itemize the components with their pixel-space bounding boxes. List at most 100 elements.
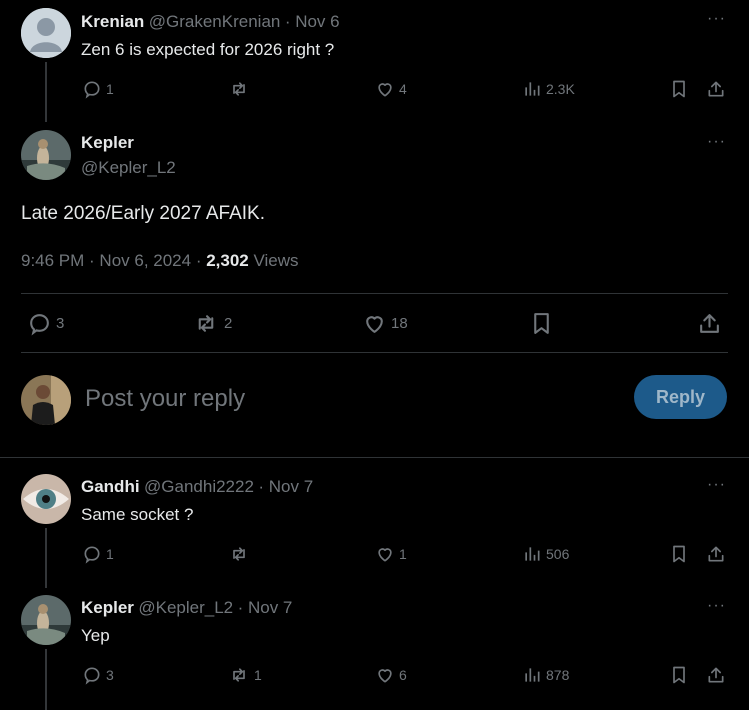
reply-count: 3 (106, 667, 114, 683)
tweet-timestamp[interactable]: 9:46 PM · Nov 6, 2024 · (21, 251, 206, 270)
tweet-date[interactable]: · Nov 6 (285, 12, 340, 31)
reply-icon (84, 81, 100, 99)
reply-icon (84, 667, 100, 685)
share-button[interactable] (697, 311, 722, 336)
avatar[interactable] (21, 375, 71, 425)
heart-icon (378, 669, 392, 683)
bookmark-icon (673, 80, 685, 98)
tweet-text: Same socket ? (81, 505, 194, 524)
avatar[interactable] (21, 474, 71, 524)
reply-submit-button[interactable]: Reply (634, 375, 727, 419)
default-avatar-icon (21, 8, 71, 58)
divider (21, 293, 728, 294)
tweet-header: Krenian @GrakenKrenian · Nov 6 (81, 12, 340, 32)
repost-button[interactable] (228, 544, 254, 564)
reply-button[interactable]: 1 (82, 79, 114, 99)
avatar[interactable] (21, 8, 71, 58)
tweet-header: Kepler @Kepler_L2 · Nov 7 (81, 598, 292, 618)
share-button[interactable] (706, 665, 726, 685)
author-handle[interactable]: @GrakenKrenian (149, 12, 281, 31)
reply-button[interactable]: 3 (27, 311, 64, 336)
share-button[interactable] (706, 79, 726, 99)
like-button[interactable]: 4 (375, 79, 407, 99)
bookmark-icon (673, 545, 685, 563)
author-name[interactable]: Krenian (81, 12, 144, 31)
thread-line (45, 528, 47, 588)
tweet-meta: 9:46 PM · Nov 6, 2024 · 2,302 Views (21, 251, 299, 271)
bookmark-button[interactable] (529, 311, 554, 336)
like-button[interactable]: 18 (362, 311, 408, 336)
bookmark-icon (534, 313, 549, 334)
thread-line (45, 649, 47, 710)
reply-button[interactable]: 3 (82, 665, 114, 685)
views-button[interactable]: 2.3K (522, 79, 575, 99)
reply-count: 3 (56, 315, 65, 332)
views-icon (525, 668, 540, 682)
heart-icon (378, 83, 392, 97)
eye-avatar-icon (21, 474, 71, 524)
share-icon (708, 81, 724, 97)
author-name[interactable]: Kepler (81, 133, 134, 153)
views-count: 878 (546, 667, 570, 683)
repost-button[interactable]: 1 (228, 665, 262, 685)
tweet-text: Yep (81, 626, 110, 645)
views-label: Views (248, 251, 299, 270)
views-number: 2,302 (206, 251, 249, 270)
repost-button[interactable] (228, 79, 254, 99)
like-button[interactable]: 6 (375, 665, 407, 685)
reply-input[interactable] (83, 380, 607, 418)
like-count: 1 (399, 546, 407, 562)
repost-icon (233, 547, 245, 561)
repost-button[interactable]: 2 (192, 311, 232, 336)
bookmark-icon (673, 666, 685, 684)
divider (21, 352, 728, 353)
like-button[interactable]: 1 (375, 544, 407, 564)
thread-line (45, 62, 47, 122)
avatar[interactable] (21, 130, 71, 180)
divider (0, 457, 749, 458)
more-options-button[interactable]: ··· (707, 133, 726, 151)
like-count: 18 (391, 315, 408, 332)
views-button[interactable]: 506 (522, 544, 569, 564)
repost-icon (198, 315, 214, 332)
share-icon (708, 667, 724, 683)
repost-count: 1 (254, 667, 262, 683)
share-icon (700, 314, 719, 333)
reply-count: 1 (106, 81, 114, 97)
author-handle[interactable]: @Kepler_L2 (138, 598, 233, 617)
bookmark-button[interactable] (669, 79, 689, 99)
views-button[interactable]: 878 (522, 665, 569, 685)
reply-count: 1 (106, 546, 114, 562)
repost-icon (233, 82, 245, 96)
share-button[interactable] (706, 544, 726, 564)
tweet-header: Gandhi @Gandhi2222 · Nov 7 (81, 477, 313, 497)
author-handle[interactable]: @Kepler_L2 (81, 158, 176, 178)
like-count: 4 (399, 81, 407, 97)
bookmark-button[interactable] (669, 544, 689, 564)
avatar[interactable] (21, 595, 71, 645)
avatar-image-icon (21, 130, 71, 180)
avatar-image-icon (21, 595, 71, 645)
heart-icon (378, 548, 392, 562)
reply-icon (84, 546, 100, 564)
tweet-date[interactable]: · Nov 7 (258, 477, 313, 496)
views-icon (525, 82, 540, 96)
views-count: 506 (546, 546, 570, 562)
repost-icon (233, 668, 245, 682)
more-options-button[interactable]: ··· (707, 10, 726, 28)
author-handle[interactable]: @Gandhi2222 (144, 477, 254, 496)
views-count: 2.3K (546, 81, 575, 97)
author-name[interactable]: Gandhi (81, 477, 140, 496)
tweet-text: Zen 6 is expected for 2026 right ? (81, 40, 335, 59)
reply-icon (30, 314, 49, 336)
bookmark-button[interactable] (669, 665, 689, 685)
tweet-text: Late 2026/Early 2027 AFAIK. (21, 203, 266, 224)
repost-count: 2 (224, 315, 233, 332)
views-icon (525, 547, 540, 561)
reply-button[interactable]: 1 (82, 544, 114, 564)
more-options-button[interactable]: ··· (707, 597, 726, 615)
heart-icon (366, 316, 383, 333)
more-options-button[interactable]: ··· (707, 476, 726, 494)
tweet-date[interactable]: · Nov 7 (238, 598, 293, 617)
author-name[interactable]: Kepler (81, 598, 134, 617)
